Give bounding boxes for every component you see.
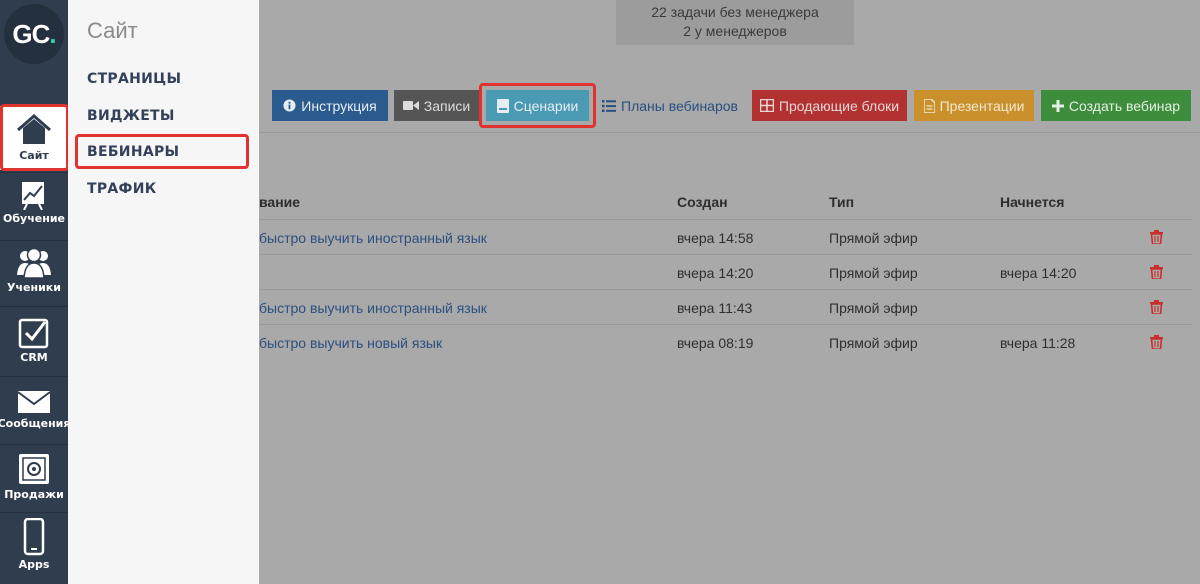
sidebar-item-apps[interactable]: Apps xyxy=(0,518,68,571)
home-icon xyxy=(17,114,51,144)
trash-icon[interactable] xyxy=(1150,265,1163,279)
checkbox-icon xyxy=(18,318,49,349)
header-created[interactable]: Создан xyxy=(677,194,728,210)
created-cell: вчера 08:19 xyxy=(677,335,754,351)
selling-blocks-button[interactable]: Продающие блоки xyxy=(752,90,907,121)
trash-icon[interactable] xyxy=(1150,300,1163,314)
created-cell: вчера 11:43 xyxy=(677,300,753,316)
users-icon xyxy=(17,247,51,279)
site-submenu: Сайт СТРАНИЦЫ ВИДЖЕТЫ ВЕБИНАРЫ ТРАФИК xyxy=(68,0,259,584)
table-grid-icon xyxy=(759,99,774,112)
type-cell: Прямой эфир xyxy=(829,230,918,246)
header-type[interactable]: Тип xyxy=(829,194,854,210)
main-sidebar: GC. Сайт Обучение Ученики CRM Сообщения … xyxy=(0,0,70,584)
tasks-without-manager: 22 задачи без менеджера xyxy=(651,4,819,20)
book-icon xyxy=(496,98,509,113)
sidebar-item-messages[interactable]: Сообщения xyxy=(0,389,70,430)
sidebar-item-students[interactable]: Ученики xyxy=(0,247,68,294)
webinar-plans-link[interactable]: Планы вебинаров xyxy=(602,90,738,121)
starts-cell: вчера 14:20 xyxy=(1000,265,1077,281)
sidebar-item-sales[interactable]: Продажи xyxy=(0,452,68,501)
trash-icon[interactable] xyxy=(1150,230,1163,244)
type-cell: Прямой эфир xyxy=(829,335,918,351)
type-cell: Прямой эфир xyxy=(829,300,918,316)
webinar-name-link[interactable]: быстро выучить новый язык xyxy=(259,335,442,351)
submenu-item-widgets[interactable]: ВИДЖЕТЫ xyxy=(87,108,175,124)
plus-icon xyxy=(1051,99,1064,112)
file-icon xyxy=(923,98,935,113)
sidebar-item-learning[interactable]: Обучение xyxy=(0,180,68,225)
tasks-info[interactable]: 22 задачи без менеджера 2 у менеджеров xyxy=(616,0,854,45)
created-cell: вчера 14:58 xyxy=(677,230,754,246)
starts-cell: вчера 11:28 xyxy=(1000,335,1076,351)
records-button[interactable]: Записи xyxy=(394,90,479,121)
submenu-item-pages[interactable]: СТРАНИЦЫ xyxy=(87,71,181,87)
chart-board-icon xyxy=(22,182,44,210)
scenarios-button[interactable]: Сценарии xyxy=(486,90,589,121)
envelope-icon xyxy=(17,391,51,413)
webinar-name-link[interactable]: быстро выучить иностранный язык xyxy=(259,300,487,316)
list-icon xyxy=(602,99,616,112)
phone-icon xyxy=(23,518,45,556)
video-camera-icon xyxy=(402,101,419,110)
presentations-button[interactable]: Презентации xyxy=(914,90,1034,121)
webinar-name-link[interactable]: быстро выучить иностранный язык xyxy=(259,230,487,246)
submenu-item-webinars[interactable]: ВЕБИНАРЫ xyxy=(87,144,179,160)
sidebar-item-crm[interactable]: CRM xyxy=(0,317,68,364)
header-starts[interactable]: Начнется xyxy=(1000,194,1064,210)
header-name[interactable]: вание xyxy=(259,194,300,210)
getcourse-logo[interactable]: GC. xyxy=(4,4,64,64)
submenu-title: Сайт xyxy=(87,18,138,43)
toolbar-divider xyxy=(259,132,1200,133)
submenu-item-traffic[interactable]: ТРАФИК xyxy=(87,181,157,197)
created-cell: вчера 14:20 xyxy=(677,265,754,281)
tasks-with-managers: 2 у менеджеров xyxy=(683,23,787,39)
trash-icon[interactable] xyxy=(1150,335,1163,349)
type-cell: Прямой эфир xyxy=(829,265,918,281)
info-circle-icon xyxy=(283,99,296,112)
instruction-button[interactable]: Инструкция xyxy=(272,90,388,121)
create-webinar-button[interactable]: Создать вебинар xyxy=(1041,90,1191,121)
safe-icon xyxy=(19,454,49,484)
sidebar-item-site[interactable]: Сайт xyxy=(0,106,68,170)
